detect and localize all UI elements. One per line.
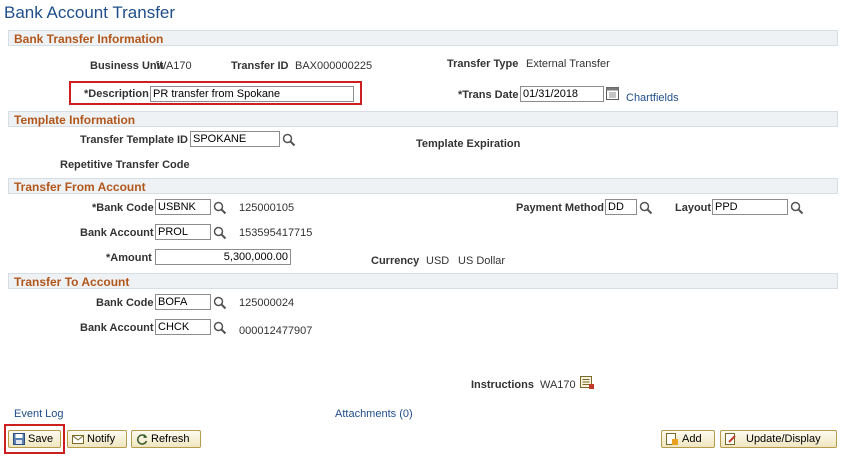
- to-bank-account-desc: 000012477907: [239, 325, 313, 337]
- section-title: Transfer From Account: [14, 180, 146, 194]
- layout-label: Layout: [675, 202, 712, 214]
- template-expiration-label: Template Expiration: [416, 138, 521, 150]
- currency-label: Currency: [371, 255, 420, 267]
- from-bank-account-label: Bank Account: [80, 227, 154, 239]
- to-bank-code-label: Bank Code: [96, 297, 154, 309]
- attachments-link[interactable]: Attachments (0): [335, 408, 413, 420]
- business-unit-label: Business Unit: [90, 60, 164, 72]
- to-bank-code-desc: 125000024: [239, 297, 295, 309]
- search-icon[interactable]: [282, 133, 296, 147]
- notify-icon: [72, 435, 84, 444]
- add-label: Add: [682, 433, 702, 445]
- section-header-transfer-to: Transfer To Account: [8, 273, 838, 289]
- section-header-transfer-from: Transfer From Account: [8, 178, 838, 194]
- description-label: *Description: [84, 88, 149, 100]
- from-bank-account-desc: 153595417715: [239, 227, 313, 239]
- save-label: Save: [28, 433, 54, 445]
- instructions-detail-icon[interactable]: [579, 375, 595, 390]
- from-bank-account-input[interactable]: PROL: [155, 224, 211, 240]
- payment-method-label: Payment Method: [516, 202, 605, 214]
- description-input[interactable]: PR transfer from Spokane: [150, 86, 354, 102]
- trans-date-input[interactable]: 01/31/2018: [520, 86, 604, 102]
- instructions-value: WA170: [540, 379, 576, 391]
- section-title: Transfer To Account: [14, 275, 130, 289]
- save-button[interactable]: Save: [8, 430, 61, 448]
- search-icon[interactable]: [639, 201, 653, 215]
- currency-desc: US Dollar: [458, 255, 506, 267]
- to-bank-code-input[interactable]: BOFA: [155, 294, 211, 310]
- section-title: Bank Transfer Information: [14, 32, 164, 46]
- update-display-icon: [725, 433, 736, 445]
- repetitive-transfer-code-label: Repetitive Transfer Code: [60, 159, 190, 171]
- search-icon[interactable]: [213, 321, 227, 335]
- to-bank-account-label: Bank Account: [80, 322, 154, 334]
- calendar-icon[interactable]: [606, 86, 620, 101]
- payment-method-input[interactable]: DD: [605, 199, 637, 215]
- instructions-label: Instructions: [471, 379, 534, 391]
- amount-input[interactable]: 5,300,000.00: [155, 249, 291, 265]
- save-icon: [13, 433, 25, 445]
- refresh-icon: [137, 434, 148, 445]
- transfer-id-value: BAX000000225: [295, 60, 373, 72]
- trans-date-label: *Trans Date: [458, 89, 519, 101]
- notify-button[interactable]: Notify: [67, 430, 127, 448]
- search-icon[interactable]: [790, 201, 804, 215]
- chartfields-link[interactable]: Chartfields: [626, 92, 679, 104]
- from-bank-code-input[interactable]: USBNK: [155, 199, 211, 215]
- from-bank-code-desc: 125000105: [239, 202, 295, 214]
- page-title: Bank Account Transfer: [4, 3, 176, 22]
- refresh-button[interactable]: Refresh: [131, 430, 201, 448]
- search-icon[interactable]: [213, 226, 227, 240]
- section-header-bank-transfer-info: Bank Transfer Information: [8, 30, 838, 46]
- business-unit-value: WA170: [156, 60, 192, 72]
- transfer-type-label: Transfer Type: [447, 58, 519, 70]
- currency-code: USD: [426, 255, 450, 267]
- transfer-template-id-input[interactable]: SPOKANE: [190, 131, 280, 147]
- transfer-id-label: Transfer ID: [231, 60, 289, 72]
- add-icon: [666, 433, 678, 445]
- event-log-link[interactable]: Event Log: [14, 408, 64, 420]
- update-display-button[interactable]: Update/Display: [720, 430, 837, 448]
- section-title: Template Information: [14, 113, 136, 127]
- amount-label: *Amount: [106, 252, 152, 264]
- refresh-label: Refresh: [151, 433, 190, 445]
- from-bank-code-label: *Bank Code: [92, 202, 154, 214]
- search-icon[interactable]: [213, 201, 227, 215]
- to-bank-account-input[interactable]: CHCK: [155, 319, 211, 335]
- transfer-template-id-label: Transfer Template ID: [80, 134, 188, 146]
- search-icon[interactable]: [213, 296, 227, 310]
- transfer-type-value: External Transfer: [526, 58, 610, 70]
- update-display-label: Update/Display: [746, 433, 821, 445]
- layout-input[interactable]: PPD: [712, 199, 788, 215]
- section-header-template-info: Template Information: [8, 111, 838, 127]
- add-button[interactable]: Add: [661, 430, 715, 448]
- notify-label: Notify: [87, 433, 116, 445]
